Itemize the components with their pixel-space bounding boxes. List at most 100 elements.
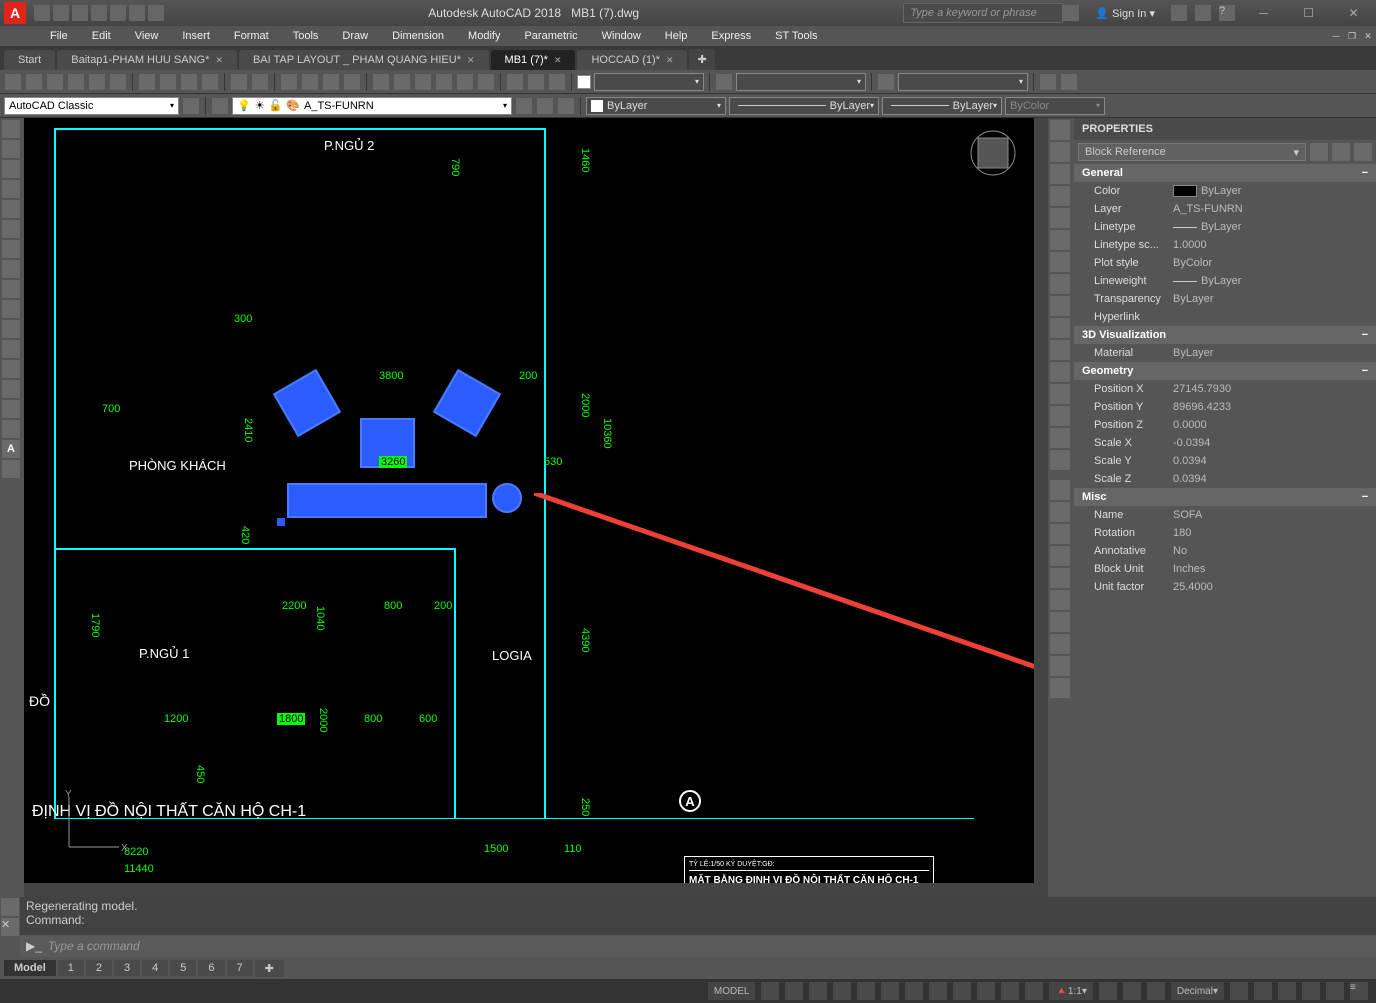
rotate-icon[interactable] xyxy=(1050,252,1070,272)
menu-draw[interactable]: Draw xyxy=(332,30,378,42)
cycle-icon[interactable] xyxy=(977,982,995,1000)
publish-icon[interactable] xyxy=(109,73,127,91)
lineweight-dropdown[interactable]: ByLayer▾ xyxy=(882,97,1002,115)
tab-doc2[interactable]: BAI TAP LAYOUT _ PHAM QUANG HIEU*✕ xyxy=(239,50,489,70)
prop-section-geometry[interactable]: Geometry− xyxy=(1074,362,1376,380)
prop-scale-x[interactable]: Scale X-0.0394 xyxy=(1074,434,1376,452)
scale-icon[interactable] xyxy=(1050,274,1070,294)
paste-icon[interactable] xyxy=(180,73,198,91)
color-swatch-icon[interactable] xyxy=(577,75,591,89)
lockui-icon[interactable] xyxy=(1254,982,1272,1000)
text-icon[interactable] xyxy=(2,360,20,378)
qprop-icon[interactable] xyxy=(1230,982,1248,1000)
osnap-icon[interactable] xyxy=(857,982,875,1000)
point-icon[interactable] xyxy=(2,280,20,298)
hatch-icon[interactable] xyxy=(2,240,20,258)
prop-hyperlink[interactable]: Hyperlink xyxy=(1074,308,1376,326)
close-icon[interactable]: ✕ xyxy=(666,55,674,66)
dim-icon[interactable] xyxy=(2,460,20,478)
toolpal-icon[interactable] xyxy=(414,73,432,91)
match-icon[interactable] xyxy=(201,73,219,91)
prop-color[interactable]: ColorByLayer xyxy=(1074,182,1376,200)
tab-new[interactable]: ✚ xyxy=(689,49,714,70)
autodesk360-icon[interactable] xyxy=(1063,5,1079,21)
cart-icon[interactable] xyxy=(1195,5,1211,21)
offset-icon[interactable] xyxy=(1050,186,1070,206)
prop-rotation[interactable]: Rotation180 xyxy=(1074,524,1376,542)
hw-icon[interactable] xyxy=(1302,982,1320,1000)
block-icon[interactable] xyxy=(2,300,20,318)
linetype-dropdown[interactable]: ByLayer▾ xyxy=(729,97,879,115)
layer-prop-icon[interactable] xyxy=(211,97,229,115)
explode-icon[interactable] xyxy=(1050,450,1070,470)
menu-parametric[interactable]: Parametric xyxy=(514,30,587,42)
pline-icon[interactable] xyxy=(2,140,20,158)
zoomprev-icon[interactable] xyxy=(343,73,361,91)
dimali-icon[interactable] xyxy=(1050,502,1070,522)
arc-icon[interactable] xyxy=(2,180,20,198)
menu-format[interactable]: Format xyxy=(224,30,279,42)
fillet-icon[interactable] xyxy=(1050,428,1070,448)
tablestyle-dropdown[interactable]: ▾ xyxy=(898,73,1028,91)
plotstyle-dropdown[interactable]: ByColor▾ xyxy=(1005,97,1105,115)
zoomwin-icon[interactable] xyxy=(322,73,340,91)
new-icon[interactable] xyxy=(4,73,22,91)
scrollbar-horizontal[interactable] xyxy=(24,883,1048,897)
close-icon[interactable]: ✕ xyxy=(467,55,475,66)
ws-icon[interactable] xyxy=(1099,982,1117,1000)
command-input[interactable]: ▶_Type a command xyxy=(20,935,1376,957)
prop-block-unit[interactable]: Block UnitInches xyxy=(1074,560,1376,578)
chamfer-icon[interactable] xyxy=(1050,406,1070,426)
dyn-icon[interactable] xyxy=(905,982,923,1000)
menu-help[interactable]: Help xyxy=(655,30,698,42)
menu-modify[interactable]: Modify xyxy=(458,30,510,42)
tab-start[interactable]: Start xyxy=(4,50,55,70)
sheetset-icon[interactable] xyxy=(435,73,453,91)
pan-icon[interactable] xyxy=(280,73,298,91)
cleanscreen-icon[interactable] xyxy=(1326,982,1344,1000)
cut-icon[interactable] xyxy=(138,73,156,91)
otrack-icon[interactable] xyxy=(881,982,899,1000)
undo-icon[interactable] xyxy=(129,5,145,21)
break-icon[interactable] xyxy=(1050,362,1070,382)
layout-add[interactable]: ✚ xyxy=(255,960,284,977)
ann-icon[interactable] xyxy=(1001,982,1019,1000)
maximize-button[interactable]: ☐ xyxy=(1286,0,1331,26)
plot-icon[interactable] xyxy=(110,5,126,21)
prop-transparency[interactable]: TransparencyByLayer xyxy=(1074,290,1376,308)
dimstyle-icon[interactable] xyxy=(715,73,733,91)
units-button[interactable]: Decimal ▾ xyxy=(1171,982,1224,1000)
help-icon[interactable]: ? xyxy=(1219,5,1235,21)
ortho-icon[interactable] xyxy=(809,982,827,1000)
dimlin-icon[interactable] xyxy=(1050,480,1070,500)
prop-position-x[interactable]: Position X27145.7930 xyxy=(1074,380,1376,398)
a-icon[interactable]: A xyxy=(2,440,20,458)
doc-restore-icon[interactable]: ❐ xyxy=(1344,29,1360,43)
props-icon[interactable] xyxy=(372,73,390,91)
snap-icon[interactable] xyxy=(785,982,803,1000)
viewcube[interactable] xyxy=(968,128,1018,178)
layout-tab-6[interactable]: 6 xyxy=(198,960,224,976)
annmon-icon[interactable] xyxy=(1123,982,1141,1000)
mtext-icon[interactable] xyxy=(2,380,20,398)
mlead-icon[interactable] xyxy=(1039,73,1057,91)
dimdia-icon[interactable] xyxy=(1050,590,1070,610)
transparency-icon[interactable] xyxy=(953,982,971,1000)
prop-section-misc[interactable]: Misc− xyxy=(1074,488,1376,506)
redo-icon[interactable] xyxy=(251,73,269,91)
tab-doc1[interactable]: Baitap1-PHAM HUU SANG*✕ xyxy=(57,50,237,70)
tab-doc3[interactable]: MB1 (7)*✕ xyxy=(491,50,576,70)
prop-linetype[interactable]: LinetypeByLayer xyxy=(1074,218,1376,236)
doc-close-icon[interactable]: ✕ xyxy=(1360,29,1376,43)
search-input[interactable]: Type a keyword or phrase xyxy=(903,3,1063,23)
exchange-icon[interactable] xyxy=(1171,5,1187,21)
layout-tab-1[interactable]: 1 xyxy=(58,960,84,976)
dimord-icon[interactable] xyxy=(1050,546,1070,566)
prop-plot-style[interactable]: Plot styleByColor xyxy=(1074,254,1376,272)
open-icon[interactable] xyxy=(25,73,43,91)
layout-tab-2[interactable]: 2 xyxy=(86,960,112,976)
menu-view[interactable]: View xyxy=(125,30,169,42)
ellipse-icon[interactable] xyxy=(2,220,20,238)
trim-icon[interactable] xyxy=(1050,318,1070,338)
menu-sttools[interactable]: ST Tools xyxy=(765,30,827,42)
